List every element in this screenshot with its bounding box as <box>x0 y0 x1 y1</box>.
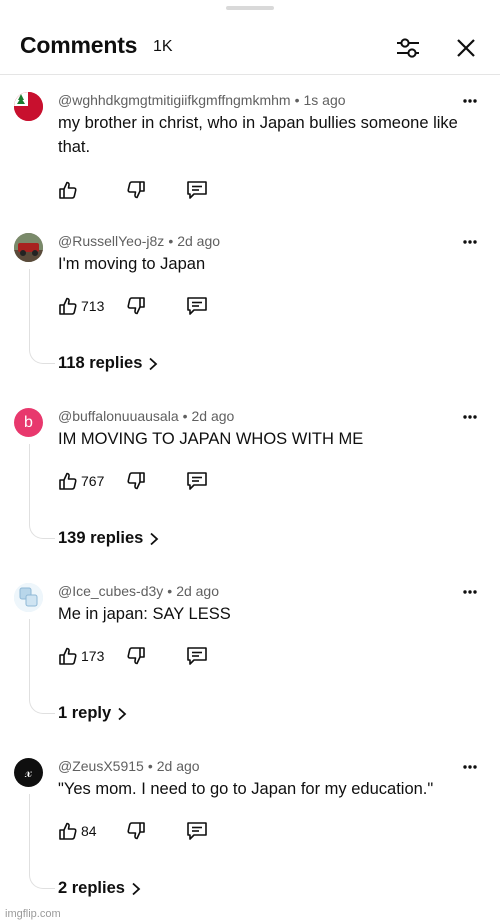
comment-time: 2d ago <box>177 233 221 249</box>
comment-meta: @wghhdkgmgtmitigiifkgmffngmkmhm • 1s ago <box>58 92 346 108</box>
more-dots-icon <box>463 415 477 419</box>
like-button[interactable]: 173 <box>58 644 104 668</box>
comment-meta: @Ice_cubes-d3y • 2d ago <box>58 583 220 599</box>
comment-text: Me in japan: SAY LESS <box>58 605 231 623</box>
dislike-button[interactable] <box>126 644 146 668</box>
view-replies-button[interactable]: 118 replies <box>58 354 158 373</box>
comment-text: I'm moving to Japan <box>58 255 206 273</box>
comment-meta: @ZeusX5915 • 2d ago <box>58 758 200 774</box>
thumbs-up-icon <box>59 822 77 840</box>
avatar-letter: 𝓍 <box>24 764 33 781</box>
comments-header: Comments 1K <box>0 22 500 72</box>
watermark: imgflip.com <box>5 908 61 920</box>
thread-line <box>29 794 55 889</box>
reply-comment-icon <box>187 297 207 315</box>
header-divider <box>0 74 500 75</box>
comment-author[interactable]: @Ice_cubes-d3y <box>58 583 163 599</box>
avatar[interactable]: 𝓍 <box>14 758 43 787</box>
comment-author[interactable]: @buffalonuuausala <box>58 408 179 424</box>
thumbs-up-icon <box>59 297 77 315</box>
like-count: 713 <box>81 298 105 314</box>
reply-button[interactable] <box>186 294 208 318</box>
comment-text: "Yes mom. I need to go to Japan for my e… <box>58 780 434 798</box>
reply-button[interactable] <box>186 644 208 668</box>
comment-text: IM MOVING TO JAPAN WHOS WITH ME <box>58 430 364 448</box>
avatar[interactable] <box>14 233 43 262</box>
like-button[interactable] <box>58 178 81 202</box>
more-button[interactable] <box>462 94 478 108</box>
thumbs-down-icon <box>127 472 145 490</box>
more-dots-icon <box>463 590 477 594</box>
avatar[interactable] <box>14 583 43 612</box>
chevron-right-icon <box>132 882 141 895</box>
view-replies-button[interactable]: 139 replies <box>58 529 159 548</box>
replies-label: 2 replies <box>58 879 125 897</box>
like-count: 173 <box>81 648 105 664</box>
thumbs-down-icon <box>127 297 145 315</box>
dislike-button[interactable] <box>126 469 146 493</box>
chevron-right-icon <box>118 707 127 720</box>
thumbs-up-icon <box>59 647 77 665</box>
reply-button[interactable] <box>186 178 208 202</box>
reply-comment-icon <box>187 472 207 490</box>
like-button[interactable]: 84 <box>58 819 97 843</box>
comments-count: 1K <box>153 38 173 55</box>
more-dots-icon <box>463 240 477 244</box>
thread-line <box>29 269 55 364</box>
thread-line <box>29 444 55 539</box>
more-dots-icon <box>463 765 477 769</box>
avatar[interactable]: b <box>14 408 43 437</box>
comment-time: 2d ago <box>176 583 220 599</box>
dislike-button[interactable] <box>126 819 146 843</box>
view-replies-button[interactable]: 2 replies <box>58 879 141 898</box>
view-replies-button[interactable]: 1 reply <box>58 704 127 723</box>
comment-time: 2d ago <box>156 758 200 774</box>
reply-comment-icon <box>187 822 207 840</box>
sliders-icon <box>397 38 419 58</box>
avatar[interactable] <box>14 92 43 121</box>
reply-comment-icon <box>187 181 207 199</box>
comments-title: Comments <box>20 32 138 58</box>
filter-button[interactable] <box>392 32 424 64</box>
comment-author[interactable]: @ZeusX5915 <box>58 758 144 774</box>
comment-text: my brother in christ, who in Japan bulli… <box>58 114 458 156</box>
close-button[interactable] <box>450 32 482 64</box>
avatar-letter: b <box>24 413 33 431</box>
like-count: 767 <box>81 473 105 489</box>
comment-time: 2d ago <box>191 408 235 424</box>
replies-label: 1 reply <box>58 704 112 722</box>
comment-meta: @RussellYeo-j8z • 2d ago <box>58 233 221 249</box>
more-button[interactable] <box>462 760 478 774</box>
more-button[interactable] <box>462 410 478 424</box>
comments-sheet: Comments 1K @wghhdkgmgtmitigiifkgmffngmk… <box>0 0 500 923</box>
thumbs-down-icon <box>127 647 145 665</box>
thumbs-up-icon <box>59 181 77 199</box>
reply-comment-icon <box>187 647 207 665</box>
like-count: 84 <box>81 823 97 839</box>
chevron-right-icon <box>149 357 158 370</box>
like-button[interactable]: 713 <box>58 294 104 318</box>
more-dots-icon <box>463 99 477 103</box>
more-button[interactable] <box>462 235 478 249</box>
thumbs-down-icon <box>127 181 145 199</box>
thread-line <box>29 619 55 714</box>
close-icon <box>457 39 475 57</box>
dislike-button[interactable] <box>126 294 146 318</box>
chevron-right-icon <box>150 532 159 545</box>
drag-handle[interactable] <box>226 6 274 10</box>
comment-author[interactable]: @wghhdkgmgtmitigiifkgmffngmkmhm <box>58 92 291 108</box>
comment-time: 1s ago <box>303 92 346 108</box>
reply-button[interactable] <box>186 819 208 843</box>
replies-label: 118 replies <box>58 354 143 372</box>
replies-label: 139 replies <box>58 529 144 547</box>
like-button[interactable]: 767 <box>58 469 104 493</box>
dislike-button[interactable] <box>126 178 146 202</box>
comment-author[interactable]: @RussellYeo-j8z <box>58 233 164 249</box>
more-button[interactable] <box>462 585 478 599</box>
reply-button[interactable] <box>186 469 208 493</box>
comment-meta: @buffalonuuausala • 2d ago <box>58 408 235 424</box>
thumbs-up-icon <box>59 472 77 490</box>
thumbs-down-icon <box>127 822 145 840</box>
